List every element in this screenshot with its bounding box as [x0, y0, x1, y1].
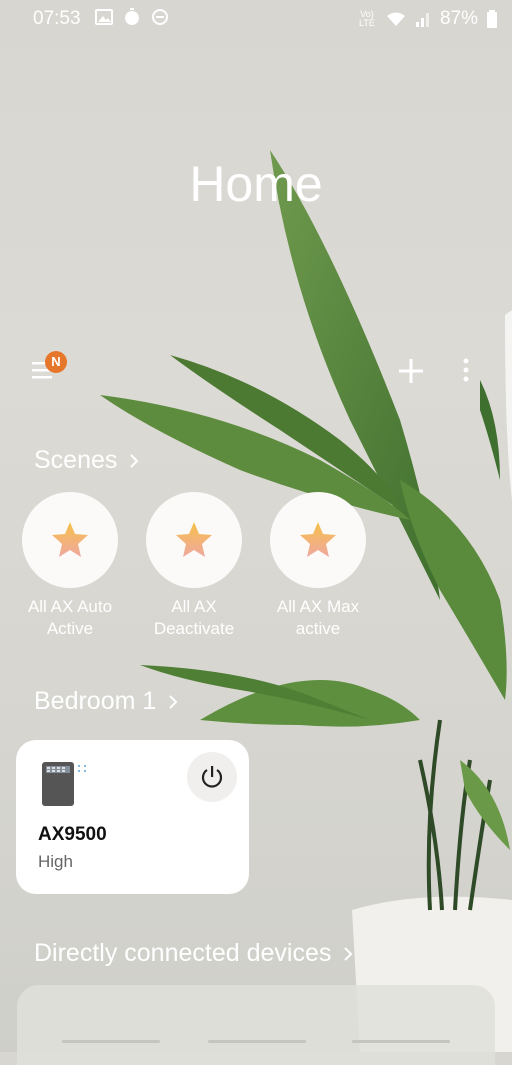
status-time: 07:53	[33, 8, 81, 29]
add-icon[interactable]	[396, 356, 426, 386]
power-icon	[201, 766, 223, 788]
timer-icon	[125, 8, 139, 25]
scenes-header[interactable]: Scenes	[34, 446, 141, 475]
nav-bar-segment	[62, 1040, 160, 1043]
chevron-right-icon	[344, 946, 353, 961]
notification-badge: N	[45, 351, 67, 373]
scene-card[interactable]: All AX Deactivate	[139, 492, 249, 640]
wifi-icon	[386, 12, 405, 26]
room-title: Bedroom 1	[34, 687, 157, 715]
nav-bar-segment	[352, 1040, 450, 1043]
do-not-disturb-icon	[152, 9, 168, 25]
scene-card[interactable]: All AX Auto Active	[15, 492, 125, 640]
scene-label: All AX Max active	[276, 597, 360, 638]
scene-button[interactable]	[146, 492, 242, 588]
air-purifier-icon	[42, 762, 86, 806]
device-card[interactable]: AX9500 High	[16, 740, 249, 894]
battery-icon	[487, 10, 497, 28]
star-icon	[300, 522, 336, 557]
scene-card[interactable]: All AX Max active	[263, 492, 373, 640]
scene-label: All AX Deactivate	[153, 597, 235, 638]
direct-devices-title: Directly connected devices	[34, 939, 332, 967]
star-icon	[176, 522, 212, 557]
room-header[interactable]: Bedroom 1	[34, 687, 180, 716]
scenes-title: Scenes	[34, 446, 118, 474]
battery-percent: 87%	[439, 8, 478, 29]
more-options-icon[interactable]	[456, 356, 476, 386]
gallery-icon	[95, 9, 113, 25]
device-status: High	[38, 852, 73, 871]
volte-label: Vo) LTE	[359, 9, 375, 28]
scene-button[interactable]	[22, 492, 118, 588]
device-name: AX9500	[38, 824, 107, 845]
scene-label: All AX Auto Active	[27, 597, 113, 638]
page-title: Home	[189, 156, 323, 212]
direct-devices-header[interactable]: Directly connected devices	[34, 939, 355, 968]
nav-bar-segment	[208, 1040, 306, 1043]
direct-devices-card[interactable]	[17, 985, 495, 1065]
status-bar: 07:53 Vo) LTE 87%	[0, 0, 512, 36]
scene-button[interactable]	[270, 492, 366, 588]
chevron-right-icon	[130, 453, 139, 468]
power-button[interactable]	[187, 752, 237, 802]
chevron-right-icon	[169, 694, 178, 709]
signal-icon	[415, 13, 429, 27]
star-icon	[52, 522, 88, 557]
